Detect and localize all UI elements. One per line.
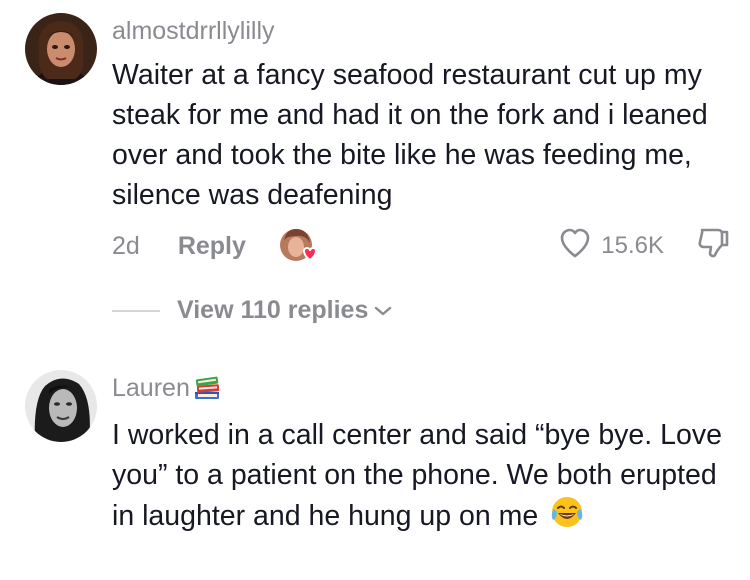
avatar[interactable] xyxy=(25,370,97,442)
tears-of-joy-emoji-icon xyxy=(550,495,584,540)
reply-button[interactable]: Reply xyxy=(178,232,246,261)
heart-icon[interactable] xyxy=(559,228,591,265)
creator-liked-badge xyxy=(278,227,317,265)
username-text[interactable]: almostdrrllylilly xyxy=(112,17,275,46)
view-replies-button[interactable]: View 110 replies xyxy=(177,296,368,325)
comment-meta: 2d Reply 15.6K xyxy=(112,226,730,266)
chevron-down-icon[interactable] xyxy=(374,305,392,317)
comment-age: 2d xyxy=(112,231,140,260)
comment-text: Waiter at a fancy seafood restaurant cut… xyxy=(112,59,708,211)
books-emoji-icon xyxy=(192,373,222,403)
thumbs-down-icon[interactable] xyxy=(696,226,730,267)
username-text[interactable]: Lauren xyxy=(112,374,190,403)
view-replies[interactable]: View 110 replies xyxy=(112,296,392,325)
dislike-button[interactable] xyxy=(696,226,730,267)
username[interactable]: Lauren xyxy=(112,373,222,403)
like-count: 15.6K xyxy=(601,232,664,259)
username[interactable]: almostdrrllylilly xyxy=(112,17,275,46)
like-button[interactable]: 15.6K xyxy=(559,228,664,265)
avatar[interactable] xyxy=(25,13,97,85)
comment-text: I worked in a call center and said “bye … xyxy=(112,415,742,540)
divider-line xyxy=(112,309,160,312)
comment-text-content: I worked in a call center and said “bye … xyxy=(112,419,722,533)
